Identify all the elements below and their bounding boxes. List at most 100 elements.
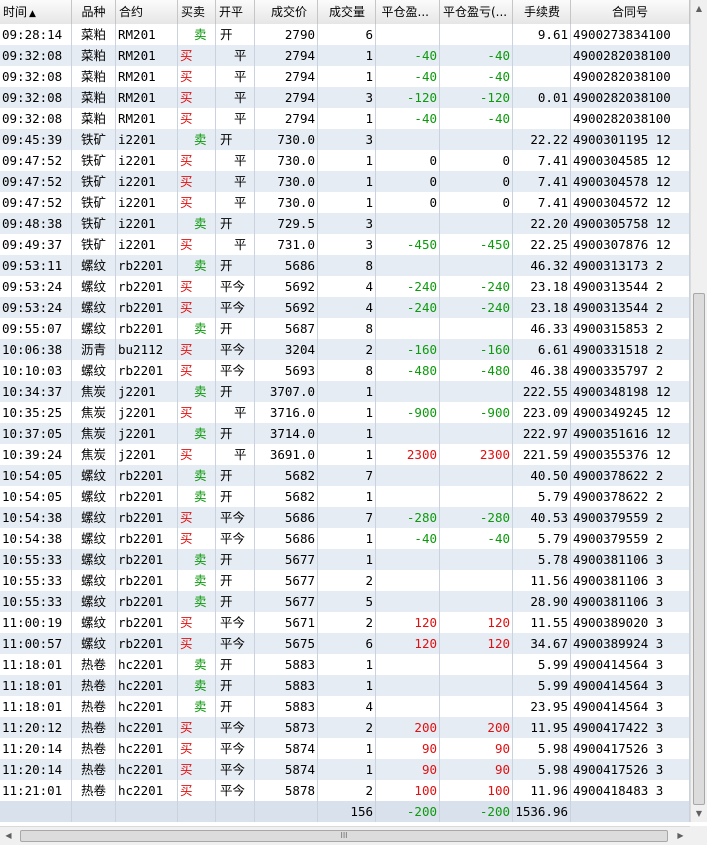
- cell-product: 热卷: [72, 654, 116, 675]
- cell-side: 买: [178, 234, 216, 255]
- table-row[interactable]: 09:32:08 菜粕 RM201 买平 2794 1 -40 -40 490028203810…: [0, 66, 690, 87]
- table-row[interactable]: 10:35:25 焦炭 j2201 买平 3716.0 1 -900 -900 223.09 49…: [0, 402, 690, 423]
- cell-product: 螺纹: [72, 549, 116, 570]
- cell-contract-no: 4900355376 12: [571, 444, 690, 465]
- column-header-close-pnl[interactable]: 平仓盈...: [376, 0, 440, 24]
- cell-volume: 7: [318, 507, 376, 528]
- table-row[interactable]: 11:18:01 热卷 hc2201 卖开 5883 4 23.95 4900414564 3: [0, 696, 690, 717]
- cell-volume: 3: [318, 234, 376, 255]
- table-row[interactable]: 09:32:08 菜粕 RM201 买平 2794 1 -40 -40 490028203810…: [0, 108, 690, 129]
- table-row[interactable]: 11:18:01 热卷 hc2201 卖开 5883 1 5.99 4900414564 3: [0, 675, 690, 696]
- cell-open-close: 平今: [216, 339, 255, 360]
- table-row[interactable]: 11:20:12 热卷 hc2201 买平今 5873 2 200 200 11.95 49004…: [0, 717, 690, 738]
- table-row[interactable]: 09:47:52 铁矿 i2201 买平 730.0 1 0 0 7.41 4900304585 …: [0, 150, 690, 171]
- table-row[interactable]: 11:18:01 热卷 hc2201 卖开 5883 1 5.99 4900414564 3: [0, 654, 690, 675]
- cell-time: 10:54:38: [0, 507, 72, 528]
- cell-open-close: 平今: [216, 297, 255, 318]
- cell-close-pnl: 0: [376, 171, 440, 192]
- vertical-scroll-thumb[interactable]: [693, 293, 705, 805]
- cell-volume: 4: [318, 696, 376, 717]
- table-row[interactable]: 10:37:05 焦炭 j2201 卖开 3714.0 1 222.97 4900351616…: [0, 423, 690, 444]
- cell-contract: hc2201: [116, 675, 178, 696]
- vertical-scrollbar[interactable]: ▲ ▼: [690, 0, 707, 822]
- table-row[interactable]: 10:55:33 螺纹 rb2201 卖开 5677 5 28.90 4900381106 3: [0, 591, 690, 612]
- cell-price: 3716.0: [255, 402, 318, 423]
- cell-side: 卖: [178, 675, 216, 696]
- total-side: [178, 801, 216, 822]
- cell-price: 5677: [255, 591, 318, 612]
- cell-close-pnl-2: -40: [440, 108, 513, 129]
- table-row[interactable]: 10:54:38 螺纹 rb2201 买平今 5686 1 -40 -40 5.79 490037…: [0, 528, 690, 549]
- column-header-side[interactable]: 买卖: [178, 0, 216, 24]
- table-row[interactable]: 09:55:07 螺纹 rb2201 卖开 5687 8 46.33 4900315853 2: [0, 318, 690, 339]
- cell-open-close: 开: [216, 129, 255, 150]
- triangle-down-icon[interactable]: ▼: [691, 805, 707, 822]
- column-header-product[interactable]: 品种: [72, 0, 116, 24]
- cell-contract: hc2201: [116, 759, 178, 780]
- table-row[interactable]: 09:53:24 螺纹 rb2201 买平今 5692 4 -240 -240 23.18 490…: [0, 276, 690, 297]
- column-header-fee[interactable]: 手续费: [513, 0, 571, 24]
- cell-contract-no: 4900414564 3: [571, 696, 690, 717]
- cell-product: 螺纹: [72, 507, 116, 528]
- table-row[interactable]: 11:21:01 热卷 hc2201 买平今 5878 2 100 100 11.96 49004…: [0, 780, 690, 801]
- table-row[interactable]: 09:28:14 菜粕 RM201 卖开 2790 6 9.61 4900273834100: [0, 24, 690, 45]
- cell-contract: rb2201: [116, 528, 178, 549]
- table-row[interactable]: 09:49:37 铁矿 i2201 买平 731.0 3 -450 -450 22.25 4900…: [0, 234, 690, 255]
- triangle-left-icon[interactable]: ◀: [0, 827, 17, 845]
- column-header-contract[interactable]: 合约: [116, 0, 178, 24]
- column-header-close-pnl-2[interactable]: 平仓盈亏(...: [440, 0, 513, 24]
- cell-fee: 23.18: [513, 297, 571, 318]
- cell-volume: 3: [318, 129, 376, 150]
- cell-contract-no: 4900282038100: [571, 87, 690, 108]
- cell-open-close: 平今: [216, 717, 255, 738]
- table-row[interactable]: 09:32:08 菜粕 RM201 买平 2794 1 -40 -40 490028203810…: [0, 45, 690, 66]
- cell-open-close: 开: [216, 570, 255, 591]
- table-row[interactable]: 10:54:05 螺纹 rb2201 卖开 5682 7 40.50 4900378622 2: [0, 465, 690, 486]
- cell-volume: 1: [318, 759, 376, 780]
- cell-time: 10:06:38: [0, 339, 72, 360]
- cell-fee: 34.67: [513, 633, 571, 654]
- table-row[interactable]: 11:00:19 螺纹 rb2201 买平今 5671 2 120 120 11.55 49003…: [0, 612, 690, 633]
- table-row[interactable]: 10:54:05 螺纹 rb2201 卖开 5682 1 5.79 4900378622 2: [0, 486, 690, 507]
- cell-contract-no: 4900282038100: [571, 108, 690, 129]
- table-row[interactable]: 11:20:14 热卷 hc2201 买平今 5874 1 90 90 5.98 49004175…: [0, 759, 690, 780]
- table-row[interactable]: 09:32:08 菜粕 RM201 买平 2794 3 -120 -120 0.01 490028…: [0, 87, 690, 108]
- cell-contract: i2201: [116, 192, 178, 213]
- total-close-pnl: -200: [376, 801, 440, 822]
- cell-price: 3204: [255, 339, 318, 360]
- cell-contract: hc2201: [116, 780, 178, 801]
- table-row[interactable]: 10:34:37 焦炭 j2201 卖开 3707.0 1 222.55 4900348198…: [0, 381, 690, 402]
- table-row[interactable]: 10:55:33 螺纹 rb2201 卖开 5677 1 5.78 4900381106 3: [0, 549, 690, 570]
- table-row[interactable]: 09:48:38 铁矿 i2201 卖开 729.5 3 22.20 4900305758 1…: [0, 213, 690, 234]
- horizontal-scrollbar[interactable]: ◀ III ▶: [0, 826, 690, 845]
- table-row[interactable]: 11:20:14 热卷 hc2201 买平今 5874 1 90 90 5.98 49004175…: [0, 738, 690, 759]
- cell-close-pnl: [376, 570, 440, 591]
- totals-row: 156 -200 -200 1536.96: [0, 801, 690, 822]
- column-header-time[interactable]: 时间 ▲: [0, 0, 72, 24]
- horizontal-scroll-thumb[interactable]: III: [20, 830, 668, 842]
- table-row[interactable]: 09:53:11 螺纹 rb2201 卖开 5686 8 46.32 4900313173 2: [0, 255, 690, 276]
- table-row[interactable]: 10:55:33 螺纹 rb2201 卖开 5677 2 11.56 4900381106 3: [0, 570, 690, 591]
- table-row[interactable]: 11:00:57 螺纹 rb2201 买平今 5675 6 120 120 34.67 49003…: [0, 633, 690, 654]
- cell-close-pnl: -240: [376, 297, 440, 318]
- table-row[interactable]: 10:06:38 沥青 bu2112 买平今 3204 2 -160 -160 6.61 4900…: [0, 339, 690, 360]
- table-row[interactable]: 10:10:03 螺纹 rb2201 买平今 5693 8 -480 -480 46.38 490…: [0, 360, 690, 381]
- column-header-contract-no[interactable]: 合同号: [571, 0, 690, 24]
- table-row[interactable]: 09:53:24 螺纹 rb2201 买平今 5692 4 -240 -240 23.18 490…: [0, 297, 690, 318]
- cell-open-close: 平: [216, 150, 255, 171]
- column-header-price[interactable]: 成交价: [255, 0, 318, 24]
- cell-close-pnl-2: [440, 381, 513, 402]
- table-row[interactable]: 09:45:39 铁矿 i2201 卖开 730.0 3 22.22 4900301195 1…: [0, 129, 690, 150]
- column-header-volume[interactable]: 成交量: [318, 0, 376, 24]
- table-row[interactable]: 10:54:38 螺纹 rb2201 买平今 5686 7 -280 -280 40.53 490…: [0, 507, 690, 528]
- triangle-up-icon[interactable]: ▲: [691, 0, 707, 17]
- cell-open-close: 开: [216, 675, 255, 696]
- cell-time: 09:49:37: [0, 234, 72, 255]
- table-row[interactable]: 09:47:52 铁矿 i2201 买平 730.0 1 0 0 7.41 4900304572 …: [0, 192, 690, 213]
- table-row[interactable]: 09:47:52 铁矿 i2201 买平 730.0 1 0 0 7.41 4900304578 …: [0, 171, 690, 192]
- triangle-right-icon[interactable]: ▶: [672, 827, 689, 845]
- column-header-open-close[interactable]: 开平: [216, 0, 255, 24]
- cell-close-pnl: 120: [376, 633, 440, 654]
- table-row[interactable]: 10:39:24 焦炭 j2201 买平 3691.0 1 2300 2300 221.59 49…: [0, 444, 690, 465]
- cell-contract: i2201: [116, 234, 178, 255]
